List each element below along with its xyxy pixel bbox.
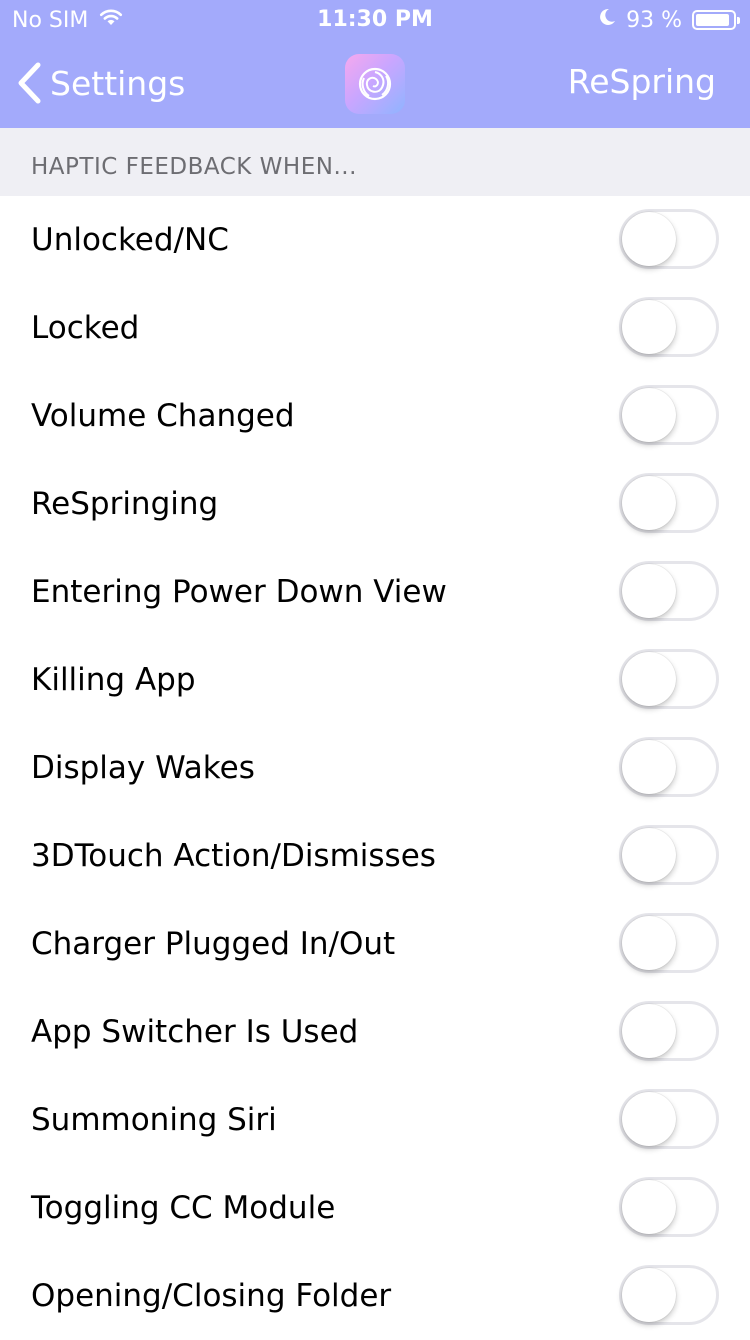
toggle-knob — [622, 476, 676, 530]
navigation-bar: Settings ReSpring — [0, 40, 750, 128]
toggle-switch[interactable] — [619, 385, 719, 445]
status-bar: No SIM 11:30 PM 93 % — [0, 0, 750, 40]
battery-fill — [696, 14, 730, 26]
settings-row: Locked — [0, 284, 750, 372]
toggle-knob — [622, 828, 676, 882]
toggle-knob — [622, 1268, 676, 1322]
settings-row: Entering Power Down View — [0, 548, 750, 636]
settings-row: Charger Plugged In/Out — [0, 900, 750, 988]
toggle-knob — [622, 388, 676, 442]
settings-row: Toggling CC Module — [0, 1164, 750, 1252]
haptic-settings-list: Unlocked/NC Locked Volume Changed ReSpringi… — [0, 196, 750, 1340]
rose-icon — [345, 54, 405, 114]
toggle-switch[interactable] — [619, 825, 719, 885]
settings-row-label: ReSpringing — [31, 486, 219, 522]
toggle-knob — [622, 212, 676, 266]
settings-row: Opening/Closing Folder — [0, 1252, 750, 1340]
toggle-knob — [622, 652, 676, 706]
toggle-switch[interactable] — [619, 1177, 719, 1237]
moon-icon — [598, 7, 616, 33]
toggle-knob — [622, 1180, 676, 1234]
toggle-knob — [622, 564, 676, 618]
battery-percent: 93 % — [626, 7, 682, 33]
settings-row-label: Volume Changed — [31, 398, 295, 434]
toggle-switch[interactable] — [619, 1265, 719, 1325]
respring-button[interactable]: ReSpring — [568, 62, 716, 101]
toggle-knob — [622, 740, 676, 794]
status-right-group: 93 % — [598, 7, 740, 33]
settings-row-label: Opening/Closing Folder — [31, 1278, 392, 1314]
settings-row-label: 3DTouch Action/Dismisses — [31, 838, 436, 874]
section-header: HAPTIC FEEDBACK WHEN... — [0, 128, 750, 196]
toggle-switch[interactable] — [619, 297, 719, 357]
settings-row-label: Charger Plugged In/Out — [31, 926, 396, 962]
toggle-switch[interactable] — [619, 1001, 719, 1061]
top-bar: No SIM 11:30 PM 93 % Settings ReSpring — [0, 0, 750, 128]
section-header-label: HAPTIC FEEDBACK WHEN... — [31, 154, 357, 180]
settings-row-label: Toggling CC Module — [31, 1190, 336, 1226]
toggle-switch[interactable] — [619, 473, 719, 533]
toggle-knob — [622, 300, 676, 354]
toggle-switch[interactable] — [619, 913, 719, 973]
settings-row: ReSpringing — [0, 460, 750, 548]
settings-row-label: Entering Power Down View — [31, 574, 447, 610]
settings-row-label: Killing App — [31, 662, 196, 698]
toggle-switch[interactable] — [619, 649, 719, 709]
toggle-switch[interactable] — [619, 561, 719, 621]
settings-row: Unlocked/NC — [0, 196, 750, 284]
back-button[interactable]: Settings — [16, 62, 185, 104]
battery-icon — [692, 10, 740, 30]
settings-row: Summoning Siri — [0, 1076, 750, 1164]
toggle-switch[interactable] — [619, 209, 719, 269]
chevron-left-icon — [16, 62, 42, 104]
toggle-switch[interactable] — [619, 1089, 719, 1149]
settings-row: Killing App — [0, 636, 750, 724]
settings-row-label: Unlocked/NC — [31, 222, 229, 258]
settings-row-label: Locked — [31, 310, 140, 346]
settings-row: 3DTouch Action/Dismisses — [0, 812, 750, 900]
settings-row: App Switcher Is Used — [0, 988, 750, 1076]
toggle-switch[interactable] — [619, 737, 719, 797]
back-label: Settings — [50, 63, 186, 103]
settings-row-label: App Switcher Is Used — [31, 1014, 359, 1050]
toggle-knob — [622, 1092, 676, 1146]
settings-row-label: Summoning Siri — [31, 1102, 277, 1138]
toggle-knob — [622, 1004, 676, 1058]
toggle-knob — [622, 916, 676, 970]
settings-row: Volume Changed — [0, 372, 750, 460]
settings-row: Display Wakes — [0, 724, 750, 812]
settings-row-label: Display Wakes — [31, 750, 255, 786]
